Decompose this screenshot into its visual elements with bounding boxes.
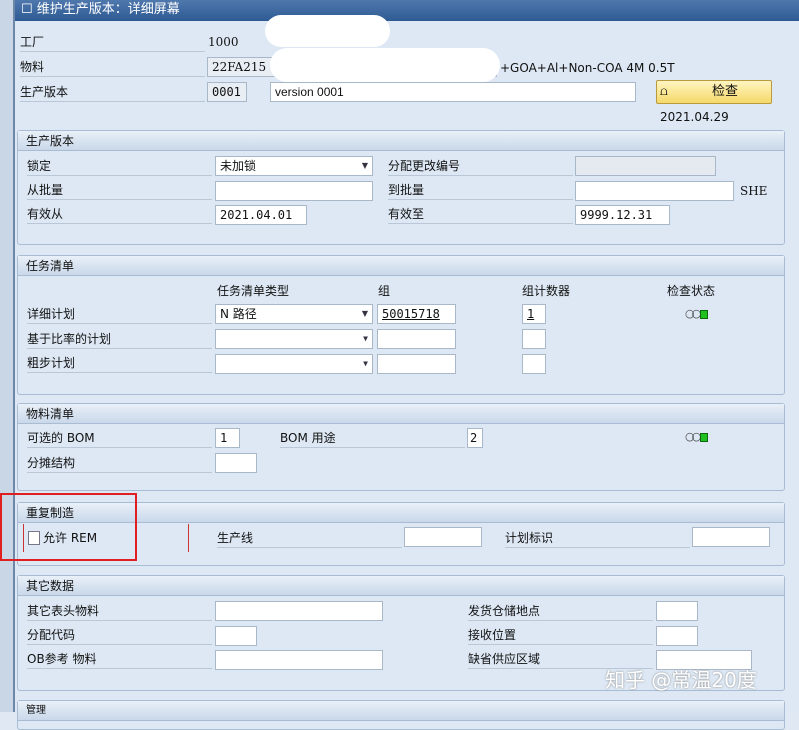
col-header-group: 组 (378, 284, 391, 298)
check-icon: ⩍ (660, 84, 668, 98)
check-date: 2021.04.29 (660, 110, 729, 124)
group-input[interactable] (377, 354, 456, 374)
group-title: 其它数据 (18, 576, 784, 596)
apportion-input[interactable] (215, 453, 257, 473)
valid-to-input[interactable]: 9999.12.31 (575, 205, 670, 225)
material-description: +GOA+Al+Non-COA 4M 0.5T (500, 61, 675, 75)
group-title: 任务清单 (18, 256, 784, 276)
group-task-list: 任务清单 (17, 255, 785, 395)
change-number-input (575, 156, 716, 176)
planning-id-label: 计划标识 (505, 530, 690, 548)
col-header-type: 任务清单类型 (217, 284, 290, 298)
redaction (265, 15, 390, 47)
group-admin: 管理 (17, 700, 785, 730)
status-lights-icon: ○○ (685, 430, 709, 443)
to-lot-input[interactable] (575, 181, 734, 201)
lock-dropdown[interactable]: 未加锁 (215, 156, 373, 176)
background-window-edge (0, 0, 15, 712)
unit-label: SHE (740, 184, 768, 198)
plant-label: 工厂 (20, 34, 205, 52)
row-label: 详细计划 (27, 306, 212, 324)
issue-storage-input[interactable] (656, 601, 698, 621)
apportion-code-label: 分配代码 (27, 627, 212, 645)
row-label: 基于比率的计划 (27, 331, 212, 349)
version-field: 0001 (207, 82, 247, 102)
apportion-label: 分摊结构 (27, 455, 212, 473)
group-title: 管理 (18, 701, 784, 721)
from-lot-label: 从批量 (27, 182, 212, 200)
material-label: 物料 (20, 59, 205, 77)
watermark: 知乎 @常温20度 (605, 668, 757, 692)
apportion-code-input[interactable] (215, 626, 257, 646)
col-header-counter: 组计数器 (522, 284, 571, 298)
to-lot-label: 到批量 (388, 182, 573, 200)
col-header-status: 检查状态 (667, 284, 716, 298)
task-list-type-dropdown[interactable] (215, 354, 373, 374)
bom-usage-label: BOM 用途 (280, 430, 465, 448)
from-lot-input[interactable] (215, 181, 373, 201)
check-button[interactable]: ⩍ 检查 (656, 80, 772, 104)
valid-from-input[interactable]: 2021.04.01 (215, 205, 307, 225)
alt-bom-input[interactable]: 1 (215, 428, 240, 448)
alt-bom-label: 可选的 BOM (27, 430, 212, 448)
group-title: 生产版本 (18, 131, 784, 151)
bom-usage-input[interactable]: 2 (467, 428, 483, 448)
other-header-material-input[interactable] (215, 601, 383, 621)
window-title: 维护生产版本：详细屏幕 (36, 2, 180, 17)
edit-icon: ☐ (21, 2, 37, 17)
other-header-material-label: 其它表头物料 (27, 603, 212, 621)
counter-input[interactable] (522, 354, 546, 374)
valid-from-label: 有效从 (27, 206, 212, 224)
counter-input[interactable]: 1 (522, 304, 546, 324)
planning-id-input[interactable] (692, 527, 770, 547)
valid-to-label: 有效至 (388, 206, 573, 224)
group-input[interactable] (377, 329, 456, 349)
production-line-label: 生产线 (217, 530, 402, 548)
issue-storage-label: 发货仓储地点 (468, 603, 653, 621)
ob-ref-material-input[interactable] (215, 650, 383, 670)
title-bar: ☐ 维护生产版本：详细屏幕 (15, 0, 799, 21)
lock-label: 锁定 (27, 158, 212, 176)
change-number-label: 分配更改编号 (388, 158, 573, 176)
group-title: 物料清单 (18, 404, 784, 424)
status-lights-icon: ○○ (685, 307, 709, 320)
version-text-input[interactable]: version 0001 (270, 82, 636, 102)
plant-value: 1000 (208, 35, 239, 49)
task-list-type-dropdown[interactable]: N 路径 (215, 304, 373, 324)
highlight-box (0, 493, 137, 561)
group-input[interactable]: 50015718 (377, 304, 456, 324)
production-line-input[interactable] (404, 527, 482, 547)
receiving-location-input[interactable] (656, 626, 698, 646)
ob-ref-material-label: OB参考 物料 (27, 651, 212, 669)
task-list-type-dropdown[interactable] (215, 329, 373, 349)
redaction (270, 48, 500, 82)
counter-input[interactable] (522, 329, 546, 349)
receiving-location-label: 接收位置 (468, 627, 653, 645)
version-label: 生产版本 (20, 84, 205, 102)
row-label: 粗步计划 (27, 355, 212, 373)
